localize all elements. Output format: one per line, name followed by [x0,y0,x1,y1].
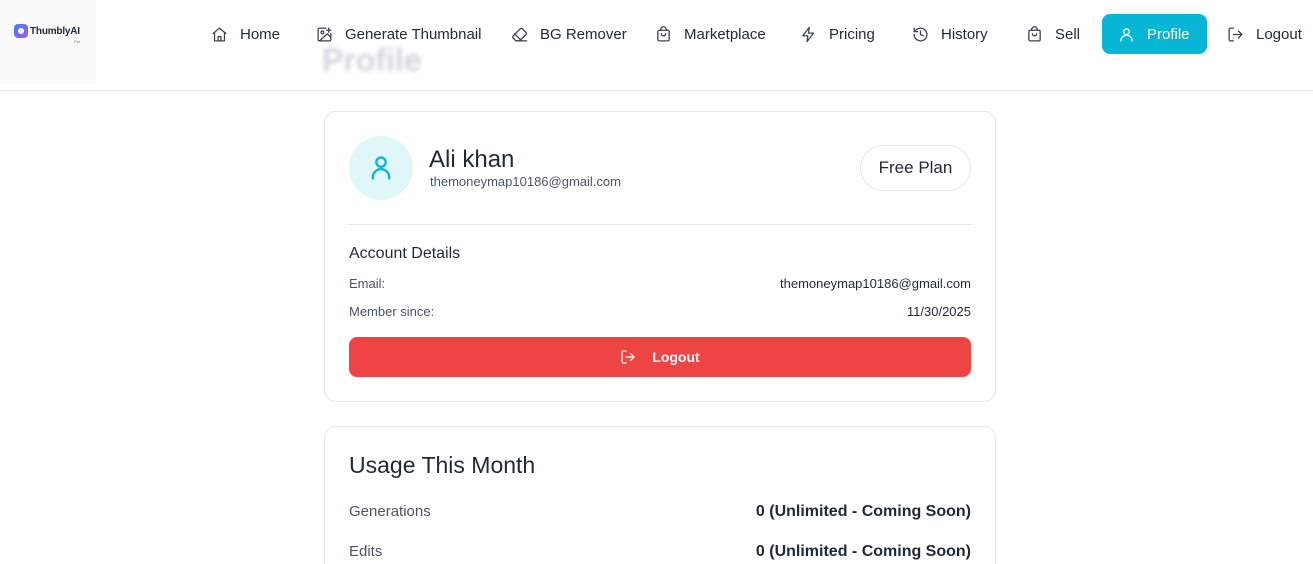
brand-logo[interactable]: ThumblyAI [14,24,80,38]
member-since-label: Member since: [349,304,435,319]
user-icon [371,156,391,180]
nav-marketplace-label: Marketplace [684,25,766,43]
avatar [349,136,413,200]
nav-profile-label: Profile [1147,25,1190,43]
shopping-bag-icon [1028,25,1041,42]
nav-logout-label: Logout [1256,25,1302,43]
brand-sub: Pro [74,39,81,44]
plan-badge: Free Plan [860,145,971,191]
profile-card: Ali khan themoneymap10186@gmail.com Free… [324,111,996,402]
usage-edits-label: Edits [349,543,383,560]
nav-history-label: History [941,25,988,43]
nav-bg-remover-label: BG Remover [540,25,627,43]
logo-area[interactable]: ThumblyAI Pro [0,0,96,84]
usage-generations-label: Generations [349,503,431,520]
logout-button[interactable]: Logout [349,337,971,377]
nav-sell[interactable]: Sell [1026,14,1080,54]
user-name: Ali khan [429,146,515,173]
nav-marketplace[interactable]: Marketplace [655,14,766,54]
divider [349,224,971,225]
nav-logout[interactable]: Logout [1227,14,1302,54]
brand-mark-icon [14,24,28,38]
logout-icon [621,350,635,364]
image-plus-icon [317,26,332,42]
history-icon [913,26,928,42]
email-value: themoneymap10186@gmail.com [780,276,971,291]
account-details-title: Account Details [349,245,461,262]
nav-sell-label: Sell [1055,25,1081,43]
nav-profile[interactable]: Profile [1102,14,1207,54]
usage-title: Usage This Month [349,452,536,478]
nav-generate-thumbnail[interactable]: Generate Thumbnail [316,14,481,54]
logout-button-label: Logout [652,349,700,365]
nav-bg-remover[interactable]: BG Remover [511,14,627,54]
nav-pricing[interactable]: Pricing [800,14,875,54]
zap-icon [802,26,815,42]
usage-card: Usage This Month Generations 0 (Unlimite… [324,426,996,564]
eraser-icon [512,27,528,42]
top-header: ThumblyAI Pro Profile Home Generate Thum… [0,0,1313,91]
shopping-bag-icon [657,25,670,42]
usage-edits-value: 0 (Unlimited - Coming Soon) [755,543,971,560]
member-since-value: 11/30/2025 [906,304,971,319]
user-icon [1120,27,1133,42]
nav-generate-thumbnail-label: Generate Thumbnail [345,25,482,43]
nav-pricing-label: Pricing [829,25,875,43]
email-label: Email: [349,276,386,291]
logout-icon [1228,26,1243,42]
user-email: themoneymap10186@gmail.com [430,174,621,189]
brand-name: ThumblyAI [30,25,80,37]
nav-home-label: Home [240,25,281,43]
nav-history[interactable]: History [912,14,988,54]
nav-home[interactable]: Home [211,14,280,54]
usage-generations-value: 0 (Unlimited - Coming Soon) [755,503,971,520]
home-icon [212,26,227,42]
